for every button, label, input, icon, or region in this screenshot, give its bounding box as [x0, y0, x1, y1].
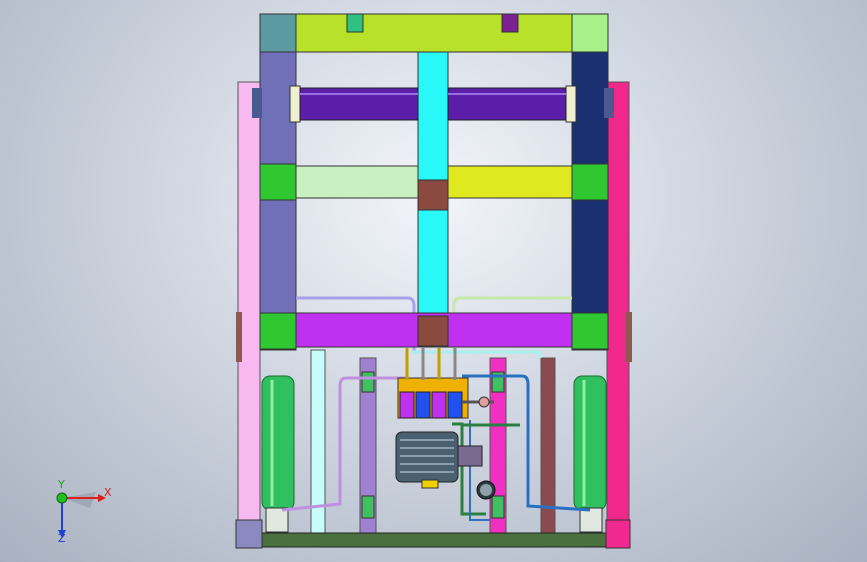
- roller-end-right: [565, 85, 577, 123]
- center-brown-plate-upper: [417, 179, 449, 211]
- valve-2: [415, 391, 431, 419]
- pale-green-rail: [295, 165, 419, 199]
- right-post-cap: [626, 312, 632, 362]
- hose-gauge: [469, 420, 490, 521]
- left-green-plate-upper: [259, 163, 297, 201]
- right-green-plate-lower: [571, 312, 609, 350]
- top-beam-green-tab: [346, 13, 364, 33]
- left-cylinder-mount: [265, 507, 289, 533]
- top-right-green-block: [571, 13, 609, 53]
- cad-viewport[interactable]: X Y Z: [0, 0, 867, 562]
- roller-end-left: [289, 85, 301, 123]
- left-tab-upper: [252, 88, 262, 118]
- valve-4: [447, 391, 463, 419]
- y-axis-dot: [56, 492, 68, 504]
- motor-terminal-box: [457, 445, 483, 467]
- z-axis-label: Z: [58, 532, 66, 545]
- base-left-foot: [235, 519, 263, 549]
- yellow-rail: [447, 165, 573, 199]
- purple-roller-left: [299, 87, 419, 121]
- right-hydraulic-cylinder: [573, 375, 607, 511]
- right-cylinder-mount: [579, 507, 603, 533]
- valve-3: [431, 391, 447, 419]
- base-bar: [259, 532, 609, 548]
- violet-post-bracket-top: [361, 371, 375, 393]
- base-right-foot: [605, 519, 631, 549]
- x-axis-label: X: [104, 486, 112, 499]
- valve-handle-knob: [478, 396, 490, 408]
- center-brown-plate-lower: [417, 315, 449, 347]
- right-green-plate-upper: [571, 163, 609, 201]
- valve-1: [399, 391, 415, 419]
- magenta-post-bracket-bottom: [491, 495, 505, 519]
- axis-triad: X Y Z: [40, 478, 120, 548]
- right-tab-upper: [604, 88, 614, 118]
- top-left-teal-block: [259, 13, 297, 53]
- y-axis-label: Y: [58, 478, 65, 491]
- hose-crossover: [412, 350, 542, 358]
- top-beam-purple-tab: [501, 13, 519, 33]
- top-beam: [295, 13, 573, 53]
- pressure-gauge-face: [480, 484, 492, 496]
- left-green-plate-lower: [259, 312, 297, 350]
- right-magenta-post: [606, 81, 630, 549]
- left-hydraulic-cylinder: [261, 375, 295, 511]
- hose-left-lower: [281, 376, 408, 512]
- purple-roller-right: [447, 87, 567, 121]
- left-post-cap: [236, 312, 242, 362]
- motor-foot: [421, 479, 439, 489]
- frame-assembly-model[interactable]: [0, 0, 867, 562]
- violet-post-bracket-bottom: [361, 495, 375, 519]
